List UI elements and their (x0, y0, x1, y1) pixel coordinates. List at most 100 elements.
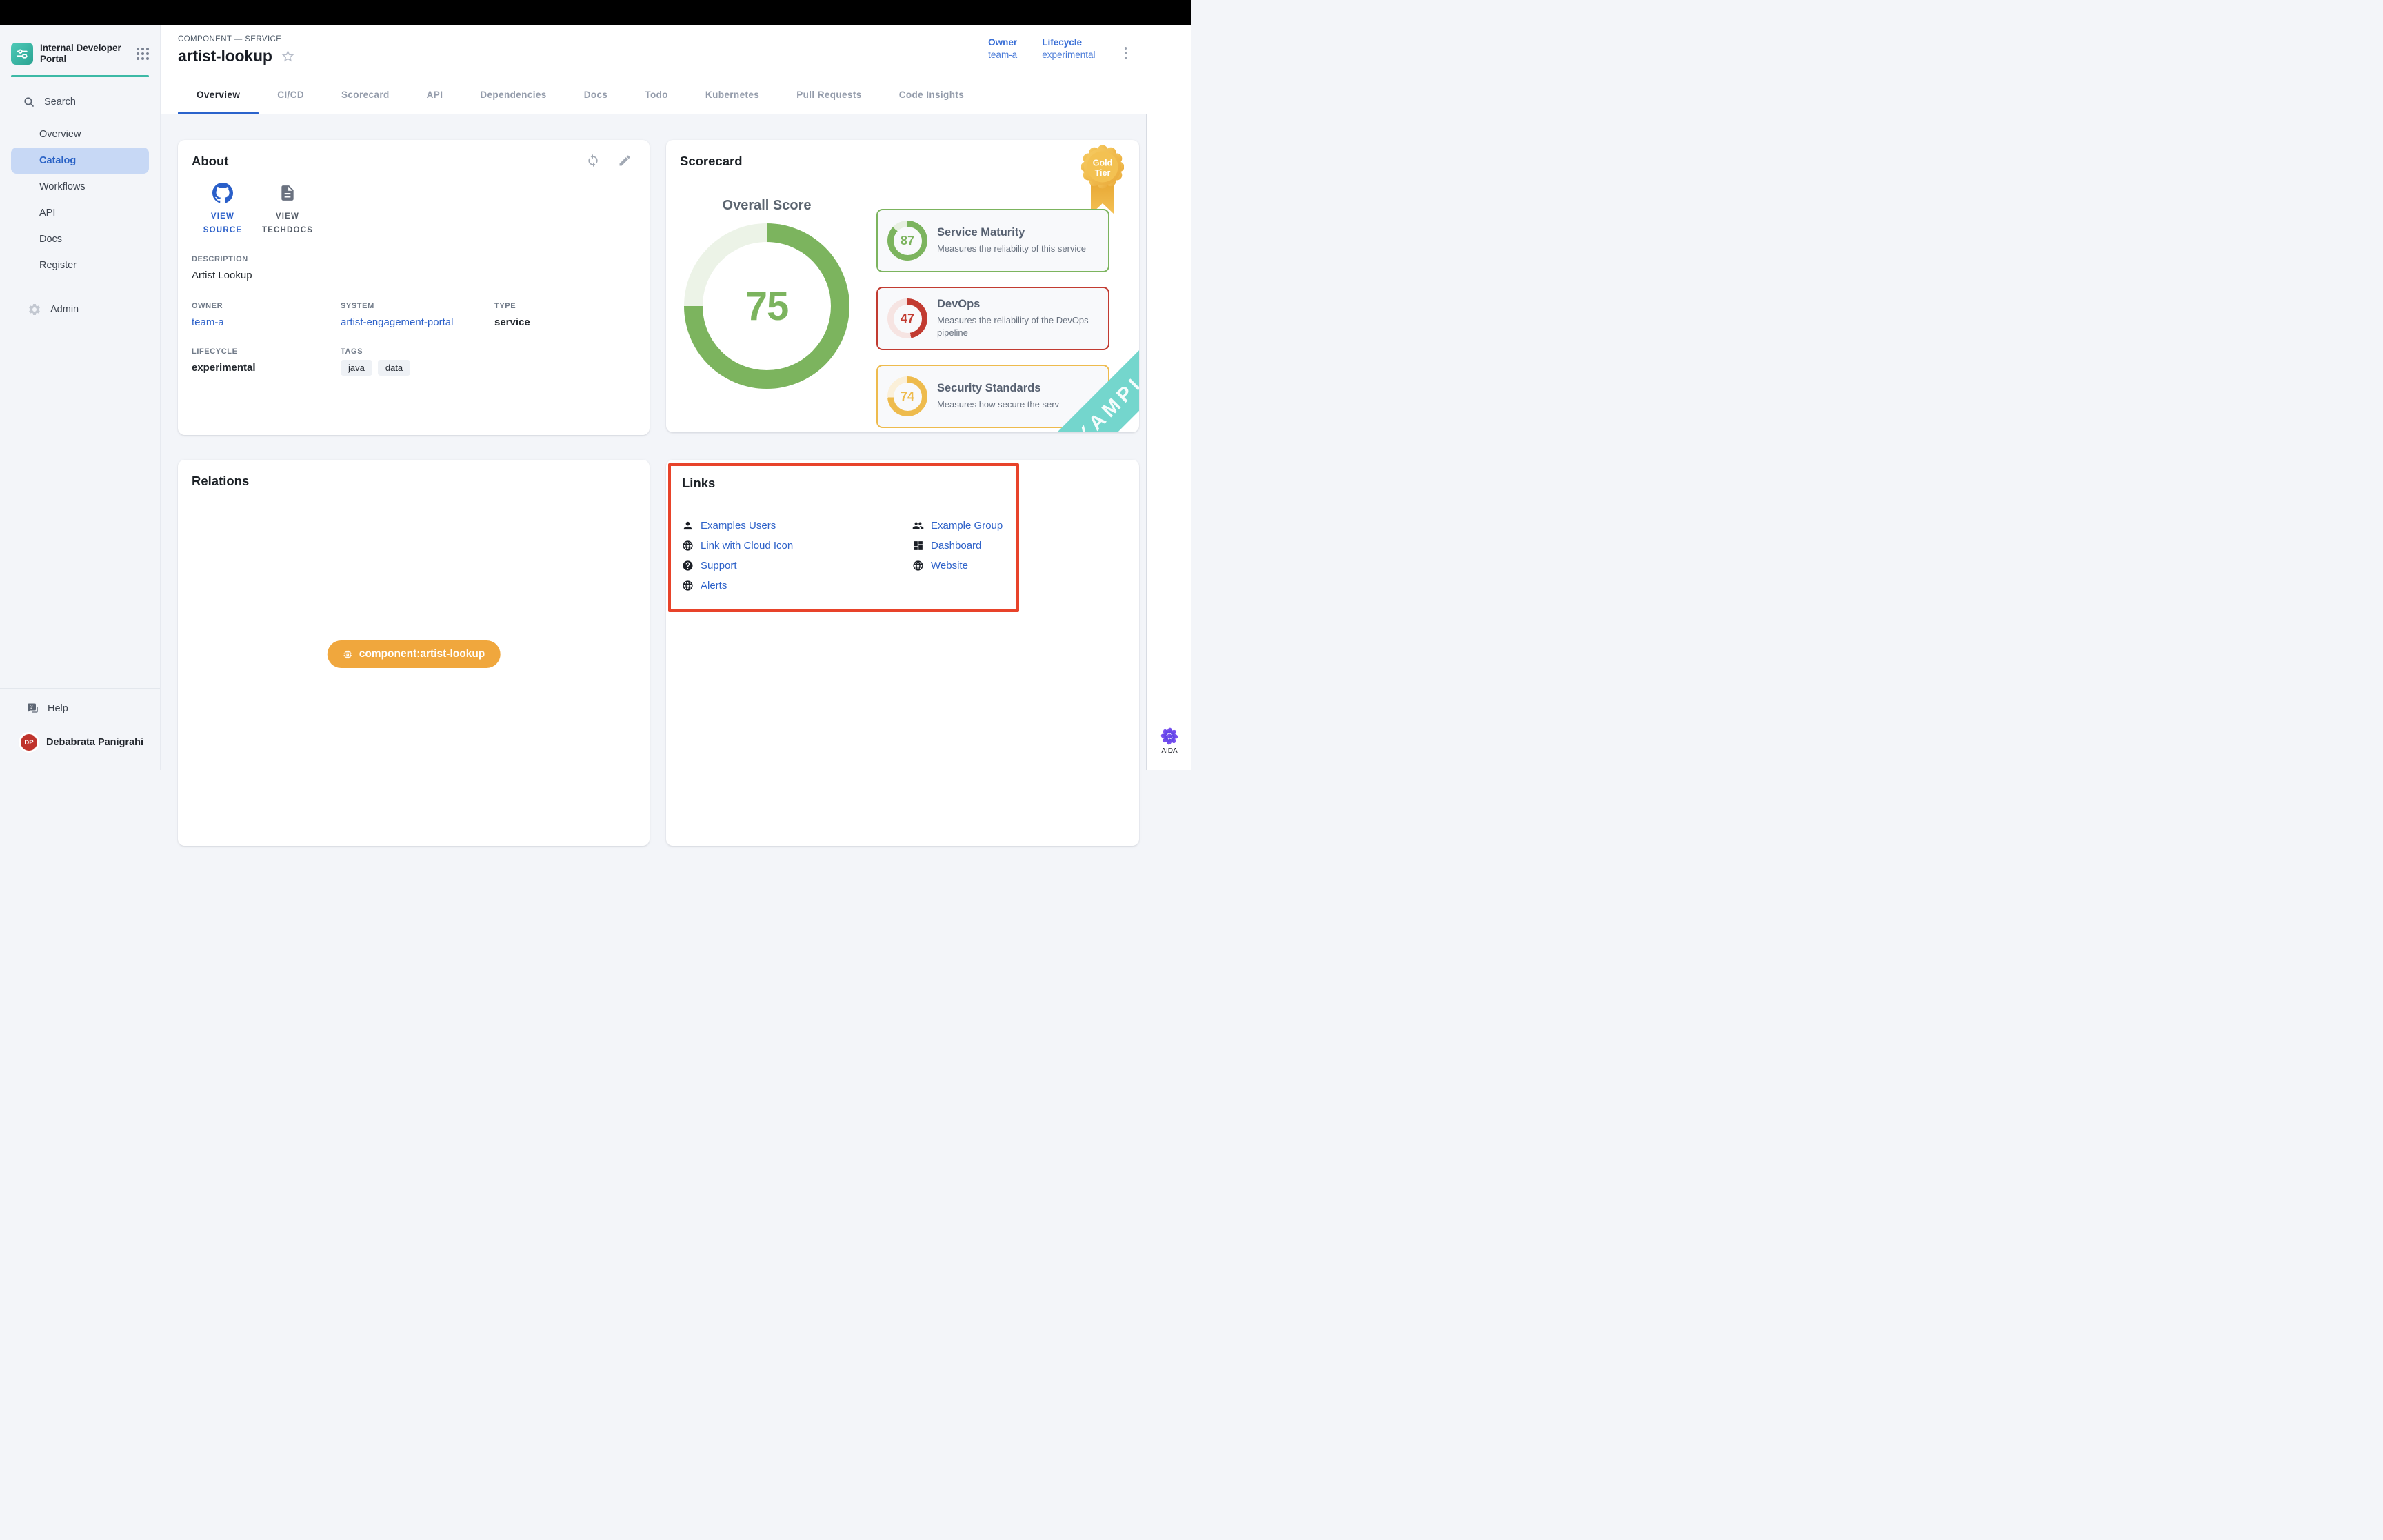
links-card: Links Examples Users Link with Cloud Ico… (666, 460, 1139, 846)
gold-tier-badge: Gold Tier (1081, 145, 1124, 217)
badge-line2: Tier (1095, 168, 1111, 178)
edit-icon[interactable] (618, 154, 632, 168)
view-techdocs-label: VIEW TECHDOCS (262, 210, 313, 237)
metric-service-maturity[interactable]: 87 Service Maturity Measures the reliabi… (876, 209, 1109, 272)
search-label: Search (44, 97, 76, 108)
apps-grid-icon[interactable] (137, 48, 149, 60)
about-title: About (192, 154, 228, 169)
sidebar-item-search[interactable]: Search (11, 89, 149, 115)
top-black-bar (0, 0, 1192, 25)
links-highlight-box: Links Examples Users Link with Cloud Ico… (668, 463, 1019, 612)
tab-overview[interactable]: Overview (178, 76, 259, 114)
admin-label: Admin (50, 304, 79, 315)
tag-chip[interactable]: java (341, 360, 372, 376)
metric-title: DevOps (937, 298, 1098, 311)
metric-devops[interactable]: 47 DevOps Measures the reliability of th… (876, 287, 1109, 350)
metric-donut: 47 (887, 298, 927, 338)
sidebar-item-label: Catalog (39, 155, 76, 166)
tab-todo[interactable]: Todo (626, 76, 687, 114)
page-header: COMPONENT — SERVICE artist-lookup Owner … (161, 25, 1192, 76)
relation-node-label: component:artist-lookup (359, 648, 485, 660)
sidebar-item-docs[interactable]: Docs (11, 226, 149, 252)
link-cloud-icon-link[interactable]: Link with Cloud Icon (682, 540, 912, 551)
content-area: AIDA About (161, 114, 1192, 770)
view-techdocs-link[interactable]: VIEW TECHDOCS (265, 183, 310, 237)
favorite-star-icon[interactable] (281, 49, 295, 63)
dashboard-icon (912, 540, 924, 551)
divider (0, 688, 160, 689)
user-name: Debabrata Panigrahi (46, 737, 143, 748)
link-examples-users[interactable]: Examples Users (682, 520, 912, 531)
header-right: Owner team-a Lifecycle experimental (988, 37, 1131, 63)
logo-row: Internal Developer Portal (11, 43, 149, 65)
owner-field-value[interactable]: team-a (192, 316, 341, 328)
tab-docs[interactable]: Docs (565, 76, 627, 114)
sidebar-item-label: Overview (39, 129, 81, 140)
owner-chip[interactable]: Owner team-a (988, 37, 1017, 60)
tab-kubernetes[interactable]: Kubernetes (687, 76, 778, 114)
link-website[interactable]: Website (912, 560, 1003, 571)
relation-node-pill[interactable]: component:artist-lookup (328, 640, 501, 668)
tab-api[interactable]: API (408, 76, 462, 114)
component-chip-icon (343, 649, 353, 660)
sidebar-item-workflows[interactable]: Workflows (11, 174, 149, 200)
user-icon (682, 520, 694, 531)
user-row[interactable]: DP Debabrata Panigrahi (11, 726, 149, 759)
metric-donut: 87 (887, 221, 927, 261)
overall-score-gauge: Overall Score 75 (684, 198, 849, 389)
sidebar-item-catalog[interactable]: Catalog (11, 148, 149, 174)
link-alerts[interactable]: Alerts (682, 580, 912, 591)
lifecycle-field-label: LIFECYCLE (192, 347, 341, 356)
sidebar-item-overview[interactable]: Overview (11, 121, 149, 148)
aida-widget[interactable]: AIDA (1160, 727, 1179, 755)
sidebar-item-label: Docs (39, 234, 62, 245)
system-field-label: SYSTEM (341, 302, 494, 310)
more-options-icon[interactable] (1120, 43, 1132, 63)
sidebar-item-label: Register (39, 260, 77, 271)
page-title: artist-lookup (178, 47, 272, 65)
tab-dependencies[interactable]: Dependencies (461, 76, 565, 114)
breadcrumb: COMPONENT — SERVICE (178, 35, 295, 43)
tab-cicd[interactable]: CI/CD (259, 76, 323, 114)
sidebar-nav: Overview Catalog Workflows API Docs Regi… (0, 121, 160, 278)
link-example-group[interactable]: Example Group (912, 520, 1003, 531)
tab-pull-requests[interactable]: Pull Requests (778, 76, 880, 114)
type-field-label: TYPE (494, 302, 636, 310)
system-field-value[interactable]: artist-engagement-portal (341, 316, 494, 328)
lifecycle-value: experimental (1042, 50, 1095, 60)
metric-list: 87 Service Maturity Measures the reliabi… (876, 209, 1109, 428)
tab-bar: Overview CI/CD Scorecard API Dependencie… (161, 76, 1192, 114)
metric-description: Measures the reliability of the DevOps p… (937, 314, 1098, 338)
link-dashboard[interactable]: Dashboard (912, 540, 1003, 551)
overall-score-label: Overall Score (684, 198, 849, 214)
globe-icon (912, 560, 924, 571)
owner-value: team-a (988, 50, 1017, 60)
right-panel-strip: AIDA (1146, 114, 1192, 770)
links-title: Links (682, 476, 715, 490)
description-label: DESCRIPTION (192, 255, 636, 263)
refresh-icon[interactable] (586, 154, 600, 168)
relations-card: Relations component:artist-lookup (178, 460, 650, 846)
sidebar-item-register[interactable]: Register (11, 252, 149, 278)
scorecard-title: Scorecard (680, 154, 743, 168)
sidebar-item-label: API (39, 207, 55, 219)
lifecycle-field-value: experimental (192, 362, 341, 374)
owner-label: Owner (988, 37, 1017, 48)
title-block: COMPONENT — SERVICE artist-lookup (178, 35, 295, 65)
metric-title: Service Maturity (937, 226, 1086, 239)
sidebar-item-help[interactable]: ? Help (11, 696, 149, 722)
sidebar-item-admin[interactable]: Admin (11, 296, 149, 323)
svg-text:?: ? (30, 704, 33, 710)
tab-code-insights[interactable]: Code Insights (881, 76, 983, 114)
relations-title: Relations (192, 474, 249, 488)
app-window: Internal Developer Portal Search Overvie… (0, 0, 1192, 770)
tag-chip[interactable]: data (378, 360, 410, 376)
view-source-label: VIEW SOURCE (200, 210, 245, 237)
lifecycle-chip[interactable]: Lifecycle experimental (1042, 37, 1095, 60)
aida-label: AIDA (1160, 747, 1179, 755)
sidebar-item-api[interactable]: API (11, 200, 149, 226)
overall-donut: 75 (684, 223, 849, 389)
link-support[interactable]: Support (682, 560, 912, 571)
view-source-link[interactable]: VIEW SOURCE (200, 183, 245, 237)
tab-scorecard[interactable]: Scorecard (323, 76, 408, 114)
